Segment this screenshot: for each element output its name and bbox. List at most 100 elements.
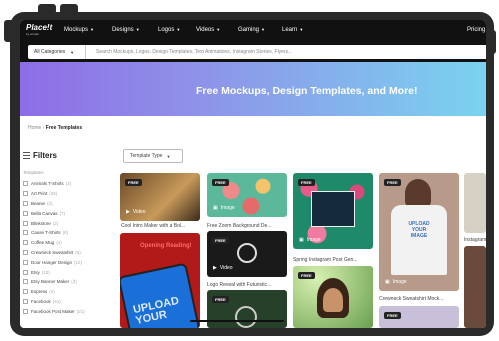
card-caption: Crewneck Sweatshirt Mock... bbox=[379, 296, 444, 302]
breadcrumb: Home › Free Templates bbox=[28, 125, 82, 131]
filter-lines-icon bbox=[23, 152, 30, 159]
free-badge: FREE bbox=[384, 312, 401, 319]
chevron-down-icon: ▼ bbox=[261, 27, 265, 32]
image-icon: ▣ bbox=[213, 205, 218, 211]
checkbox[interactable] bbox=[23, 269, 28, 275]
card-headline: Opening Reading! bbox=[140, 243, 192, 249]
chevron-down-icon: ▼ bbox=[299, 27, 304, 32]
image-icon: ▣ bbox=[385, 279, 390, 285]
checkbox[interactable] bbox=[23, 191, 28, 197]
chevron-down-icon: ▼ bbox=[216, 27, 221, 32]
search-bar: All Categories ▼ Search Mockups, Logos, D… bbox=[20, 42, 486, 62]
template-card-lower[interactable]: FREE bbox=[379, 306, 459, 328]
filter-item[interactable]: Bella Canvas (7) bbox=[23, 208, 115, 218]
chevron-down-icon: ▼ bbox=[70, 49, 75, 55]
filter-item[interactable]: Art Print (26) bbox=[23, 189, 115, 199]
checkbox[interactable] bbox=[23, 259, 28, 265]
card-type-label: ▶ Video bbox=[126, 209, 146, 215]
hero-banner: Free Mockups, Design Templates, and More… bbox=[20, 62, 486, 116]
template-card-partial-lower[interactable] bbox=[464, 246, 486, 328]
template-card-intro-maker[interactable]: FREE ▶ Video bbox=[120, 173, 200, 221]
template-card-portrait[interactable]: FREE bbox=[293, 266, 373, 328]
filter-item[interactable]: Animals T-Shirts (3) bbox=[23, 179, 115, 189]
template-type-dropdown[interactable]: Template Type ▼ bbox=[123, 149, 183, 163]
nav-item-videos[interactable]: Videos ▼ bbox=[196, 27, 220, 33]
free-badge: FREE bbox=[212, 179, 229, 186]
play-icon: ▶ bbox=[213, 265, 217, 271]
template-card-crewneck-sweatshirt[interactable]: FREE UPLOAD YOUR IMAGE ▣ Image bbox=[379, 173, 459, 291]
chevron-down-icon: ▼ bbox=[166, 153, 171, 159]
chevron-down-icon: ▼ bbox=[135, 27, 140, 32]
breadcrumb-current: Free Templates bbox=[45, 125, 83, 131]
filters-heading: Filters bbox=[23, 151, 57, 160]
card-type-label: ▶ Video bbox=[213, 265, 233, 271]
nav-item-designs[interactable]: Designs ▼ bbox=[112, 27, 140, 33]
device-home-bar bbox=[190, 320, 284, 322]
image-icon: ▣ bbox=[299, 237, 304, 243]
card-caption: Free Zoom Background De... bbox=[207, 223, 272, 229]
template-card-opening-reading[interactable]: Opening Reading! UPLOAD YOUR bbox=[120, 233, 200, 328]
model-face bbox=[323, 288, 343, 312]
filter-item[interactable]: Crewneck Sweatshirt (6) bbox=[23, 248, 115, 258]
card-caption: Spring Instagram Post Gen... bbox=[293, 257, 358, 263]
play-icon: ▶ bbox=[126, 209, 130, 215]
template-card-partial[interactable] bbox=[464, 173, 486, 233]
nav-item-learn[interactable]: Learn ▼ bbox=[282, 27, 303, 33]
logo-circle-icon bbox=[237, 243, 257, 263]
filter-item[interactable]: Blinkstore (2) bbox=[23, 218, 115, 228]
chevron-down-icon: ▼ bbox=[176, 27, 181, 32]
card-photo bbox=[311, 191, 355, 227]
breadcrumb-separator: › bbox=[42, 125, 45, 131]
checkbox[interactable] bbox=[23, 220, 28, 226]
free-badge: FREE bbox=[212, 237, 229, 244]
template-card-dark[interactable]: FREE bbox=[207, 290, 287, 328]
checkbox[interactable] bbox=[23, 240, 28, 246]
card-caption: Logo Reveal with Futuristic... bbox=[207, 282, 272, 288]
chevron-down-icon: ▼ bbox=[90, 27, 94, 32]
filter-item[interactable]: Facebook (41) bbox=[23, 297, 115, 307]
filter-item[interactable]: Etsy (13) bbox=[23, 267, 115, 277]
checkbox[interactable] bbox=[23, 200, 28, 206]
card-type-label: ▣ Image bbox=[385, 279, 407, 285]
checkbox[interactable] bbox=[23, 181, 28, 187]
sweatshirt-shape bbox=[391, 205, 447, 275]
checkbox[interactable] bbox=[23, 308, 28, 314]
search-input[interactable]: Search Mockups, Logos, Design Templates,… bbox=[86, 49, 292, 55]
filter-item[interactable]: Express (4) bbox=[23, 287, 115, 297]
filter-item[interactable]: Coffee Mug (4) bbox=[23, 238, 115, 248]
nav-item-logos[interactable]: Logos ▼ bbox=[158, 27, 180, 33]
filter-item[interactable]: Door Hanger Design (12) bbox=[23, 257, 115, 267]
template-card-logo-reveal[interactable]: FREE ▶ Video bbox=[207, 231, 287, 277]
shirt-print-text: UPLOAD YOUR IMAGE bbox=[408, 221, 430, 239]
filter-item[interactable]: Etsy Banner Maker (3) bbox=[23, 277, 115, 287]
template-card-spring-instagram[interactable]: FREE ▣ Image bbox=[293, 173, 373, 249]
free-badge: FREE bbox=[298, 272, 315, 279]
free-badge: FREE bbox=[384, 179, 401, 186]
template-card-zoom-background[interactable]: FREE ▣ Image bbox=[207, 173, 287, 217]
model-head bbox=[405, 179, 431, 207]
filters-section-heading: Templates bbox=[23, 170, 44, 175]
category-dropdown[interactable]: All Categories ▼ bbox=[28, 45, 86, 59]
filter-list: Animals T-Shirts (3) Art Print (26) Beanie… bbox=[23, 179, 115, 316]
free-badge: FREE bbox=[212, 296, 229, 303]
card-type-label: ▣ Image bbox=[213, 205, 235, 211]
filter-item[interactable]: Cause T-Shirts (8) bbox=[23, 228, 115, 238]
checkbox[interactable] bbox=[23, 230, 28, 236]
nav-pricing-link[interactable]: Pricing bbox=[467, 27, 485, 33]
checkbox[interactable] bbox=[23, 298, 28, 304]
checkbox[interactable] bbox=[23, 289, 28, 295]
search-box: All Categories ▼ Search Mockups, Logos, D… bbox=[28, 45, 486, 59]
filter-item[interactable]: Facebook Post Maker (21) bbox=[23, 306, 115, 316]
nav-item-gaming[interactable]: Gaming ▼ bbox=[238, 27, 265, 33]
card-type-label: ▣ Image bbox=[299, 237, 321, 243]
free-badge: FREE bbox=[125, 179, 142, 186]
card-caption: Cool Intro Maker with a Bol... bbox=[121, 223, 186, 229]
checkbox[interactable] bbox=[23, 279, 28, 285]
checkbox[interactable] bbox=[23, 210, 28, 216]
filter-item[interactable]: Beanie (2) bbox=[23, 199, 115, 209]
logo-circle-icon bbox=[235, 306, 257, 328]
placeit-logo[interactable]: Place!t by envato bbox=[26, 23, 52, 39]
nav-item-mockups[interactable]: Mockups ▼ bbox=[64, 27, 94, 33]
checkbox[interactable] bbox=[23, 249, 28, 255]
breadcrumb-home[interactable]: Home bbox=[28, 125, 41, 131]
